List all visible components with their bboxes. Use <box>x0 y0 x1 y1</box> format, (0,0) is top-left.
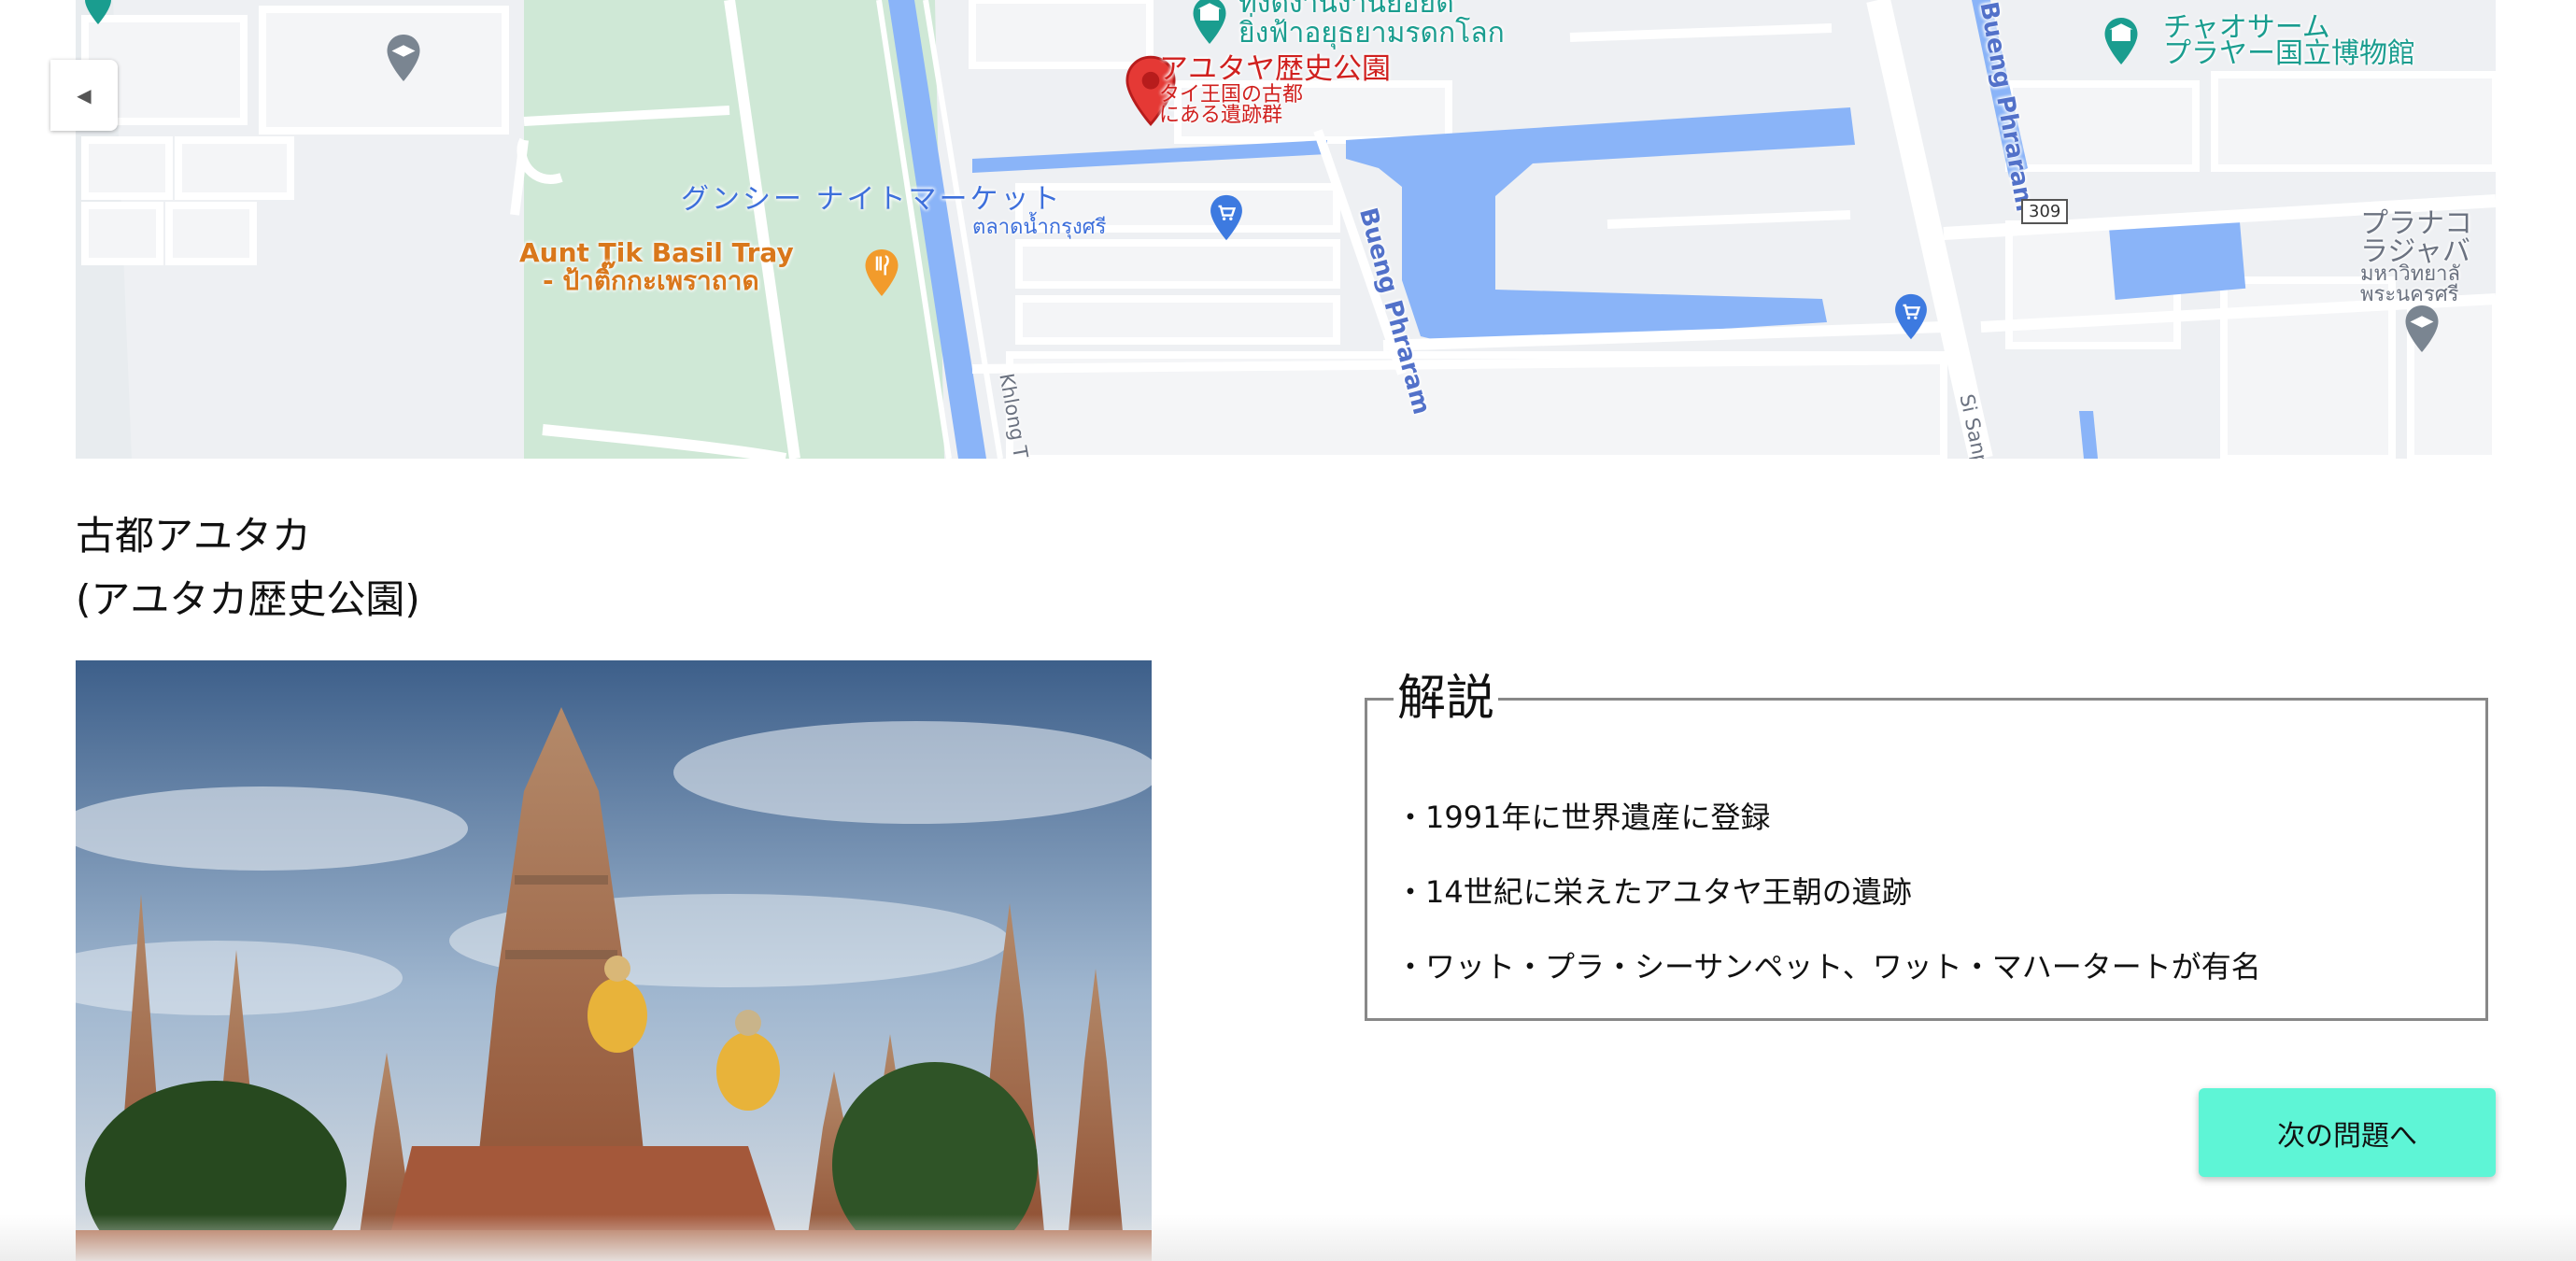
route-shield: 309 <box>2021 199 2069 224</box>
shopping-cart-icon[interactable] <box>1199 191 1253 245</box>
explanation-item: ・14世紀に栄えたアユタヤ王朝の遺跡 <box>1395 874 1912 910</box>
map-label[interactable]: ตลาดน้ำกรุงศรี <box>972 217 1106 238</box>
site-title-line2: (アユタカ歴史公園) <box>76 576 420 622</box>
map-label[interactable]: - ป้าติ๊กกะเพราถาด <box>543 267 759 295</box>
map-label[interactable]: ยิ่งฟ้าอยุธยามรดกโลก <box>1238 19 1505 49</box>
map-view[interactable]: ทงตงานงานยอยต ยิ่งฟ้าอยุธยามรดกโลก アユタヤ歴… <box>76 0 2496 459</box>
map-label[interactable]: タイ王国の古都 <box>1159 84 1303 106</box>
map-label[interactable]: ทงตงานงานยอยต <box>1238 0 1454 19</box>
site-title-line1: 古都アユタカ <box>76 513 312 559</box>
site-photo <box>76 660 1152 1261</box>
explanation-legend: 解説 <box>1394 669 1499 729</box>
site-title: 古都アユタカ (アユタカ歴史公園) <box>76 504 420 631</box>
shopping-cart-icon[interactable] <box>1884 290 1938 344</box>
museum-icon[interactable] <box>2093 13 2149 69</box>
explanation-item: ・ワット・プラ・シーサンペット、ワット・マハータートが有名 <box>1395 949 2261 985</box>
map-label[interactable]: にある遺跡群 <box>1159 105 1282 126</box>
school-icon[interactable] <box>2394 301 2450 357</box>
explanation-item: ・1991年に世界遺産に登録 <box>1395 800 1771 835</box>
map-label[interactable]: มหาวิทยาลั <box>2360 263 2460 285</box>
map-label[interactable]: プラヤー国立博物館 <box>2163 39 2415 69</box>
collapse-panel-button[interactable]: ◀ <box>50 60 118 131</box>
map-label[interactable]: グンシー ナイトマーケット <box>681 185 1063 215</box>
explanation-list: ・1991年に世界遺産に登録 ・14世紀に栄えたアユタヤ王朝の遺跡 ・ワット・プ… <box>1395 780 2261 1004</box>
explanation-box: 解説 ・1991年に世界遺産に登録 ・14世紀に栄えたアユタヤ王朝の遺跡 ・ワッ… <box>1365 669 2488 1021</box>
page: ทงตงานงานยอยต ยิ่งฟ้าอยุธยามรดกโลก アユタヤ歴… <box>0 0 2576 1261</box>
restaurant-icon[interactable] <box>854 245 910 301</box>
museum-icon[interactable] <box>76 0 120 28</box>
map-label[interactable]: プラナコ <box>2360 209 2472 239</box>
next-question-button[interactable]: 次の問題へ <box>2199 1088 2496 1177</box>
school-icon[interactable] <box>375 30 432 86</box>
temple-photo-illustration <box>76 660 1152 1261</box>
caret-left-icon: ◀ <box>77 84 92 106</box>
map-label[interactable]: พระนครศรี <box>2360 284 2459 305</box>
map-label[interactable]: Aunt Tik Basil Tray <box>519 239 794 267</box>
map-label-main-pin[interactable]: アユタヤ歴史公園 <box>1159 54 1391 85</box>
museum-icon[interactable] <box>1182 0 1238 49</box>
